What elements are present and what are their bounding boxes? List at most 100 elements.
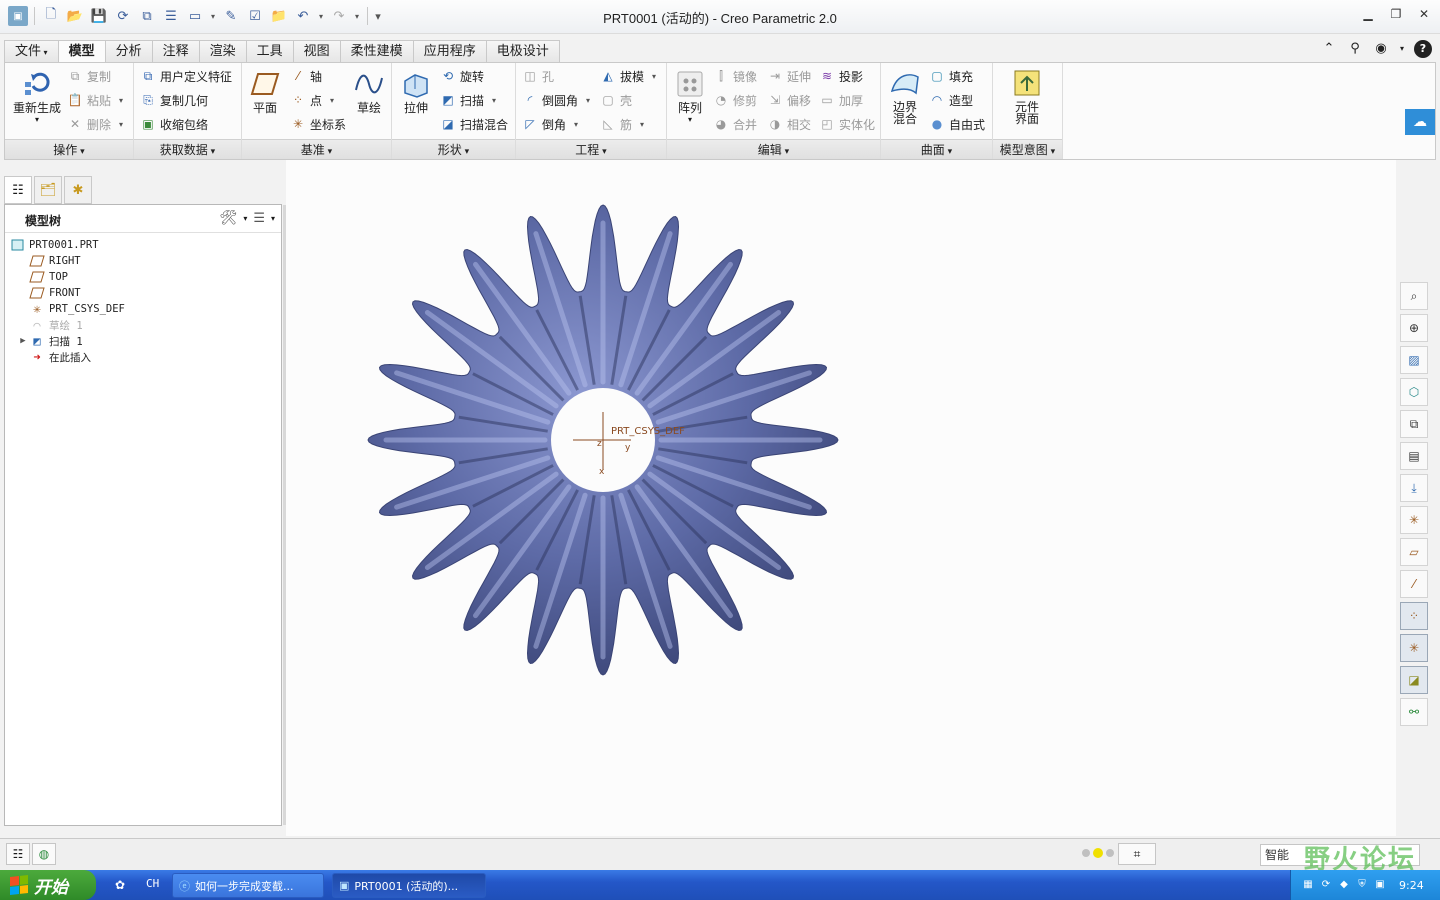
style-button[interactable]: ◠ 造型	[929, 89, 973, 111]
shell-button[interactable]: ▢ 壳	[600, 89, 632, 111]
revolve-button[interactable]: ⟲ 旋转	[440, 65, 484, 87]
hole-button[interactable]: ◫ 孔	[522, 65, 554, 87]
undo-dropdown[interactable]: ▾	[317, 12, 325, 21]
edit-icon[interactable]: ✎	[221, 6, 241, 26]
mirror-button[interactable]: ⫿ 镜像	[713, 65, 757, 87]
collapse-ribbon-icon[interactable]: ⌃	[1320, 40, 1338, 58]
language-indicator[interactable]: CH	[146, 877, 159, 890]
user-defined-feature-button[interactable]: ⧉ 用户定义特征	[140, 65, 232, 87]
delete-button[interactable]: ✕ 删除 ▾	[67, 113, 123, 135]
network-tray-icon[interactable]: ▦	[1301, 878, 1315, 892]
tab-analysis[interactable]: 分析	[104, 40, 153, 62]
paste-button[interactable]: 📋 粘贴 ▾	[67, 89, 124, 111]
csys-tag-icon[interactable]: ✳	[1400, 634, 1428, 662]
axis-display-icon[interactable]: ⁄	[1400, 570, 1428, 598]
group-label[interactable]: 获取数据	[134, 139, 241, 159]
check-icon[interactable]: ☑	[245, 6, 265, 26]
merge-button[interactable]: ◕ 合并	[713, 113, 757, 135]
maximize-button[interactable]: ❐	[1388, 6, 1404, 22]
cloud-icon[interactable]: ☁	[1405, 109, 1435, 135]
tab-model[interactable]: 模型	[57, 40, 106, 63]
navigator-toggle-icon[interactable]: ☷	[6, 843, 30, 865]
help-icon[interactable]: ?	[1414, 40, 1432, 58]
axis-button[interactable]: ⁄ 轴	[290, 65, 322, 87]
tab-folder-browser[interactable]: 🗂	[34, 176, 62, 204]
network-icon[interactable]: ⚯	[1400, 698, 1428, 726]
freestyle-button[interactable]: ● 自由式	[929, 113, 985, 135]
repaint-icon[interactable]: ▨	[1400, 346, 1428, 374]
graphics-window[interactable]: PRT_CSYS_DEF x y z	[286, 160, 1396, 836]
tree-node-sketch[interactable]: ⌒ 草绘 1	[5, 317, 281, 333]
taskbar-task-browser[interactable]: ⓔ 如何一步完成变截...	[172, 873, 324, 898]
plane-display-icon[interactable]: ▱	[1400, 538, 1428, 566]
tree-node-front[interactable]: FRONT	[5, 285, 281, 301]
quicklaunch-icon[interactable]: ✿	[110, 875, 130, 895]
tab-view[interactable]: 视图	[292, 40, 341, 62]
intersect-button[interactable]: ◑ 相交	[767, 113, 811, 135]
tree-settings-dropdown-icon[interactable]: ▾	[243, 214, 247, 223]
draft-button[interactable]: ◭ 拔模 ▾	[600, 65, 656, 87]
extend-button[interactable]: ⇥ 延伸	[767, 65, 811, 87]
taskbar-task-creo[interactable]: ▣ PRT0001 (活动的)...	[332, 873, 486, 898]
model-tree-icon[interactable]: ☰	[161, 6, 181, 26]
extrude-button[interactable]: 拉伸	[396, 67, 436, 115]
thicken-button[interactable]: ▭ 加厚	[819, 89, 863, 111]
group-label[interactable]: 编辑	[667, 139, 880, 159]
search-icon[interactable]: ⚲	[1346, 40, 1364, 58]
swept-blend-button[interactable]: ◪ 扫描混合	[440, 113, 508, 135]
tab-file[interactable]: 文件 ▾	[4, 40, 59, 62]
tab-render[interactable]: 渲染	[198, 40, 247, 62]
solidify-button[interactable]: ◰ 实体化	[819, 113, 875, 135]
point-display-icon[interactable]: ⁘	[1400, 602, 1428, 630]
tab-applications[interactable]: 应用程序	[412, 40, 487, 62]
group-label[interactable]: 操作	[5, 139, 133, 159]
app-icon[interactable]: ▣	[8, 6, 28, 26]
tree-node-csys[interactable]: ✳ PRT_CSYS_DEF	[5, 301, 281, 317]
browser-toggle-icon[interactable]: ◍	[32, 843, 56, 865]
sweep-button[interactable]: ◩ 扫描 ▾	[440, 89, 496, 111]
point-button[interactable]: ⁘ 点 ▾	[290, 89, 334, 111]
tree-node-insert-here[interactable]: ➜ 在此插入	[5, 349, 281, 365]
save-icon[interactable]: 💾	[89, 6, 109, 26]
close-button[interactable]: ✕	[1416, 6, 1432, 22]
open-icon[interactable]: 📂	[65, 6, 85, 26]
tree-show-icon[interactable]: ☰	[253, 211, 265, 226]
group-label[interactable]: 模型意图	[993, 139, 1062, 159]
window-icon[interactable]: ▭	[185, 6, 205, 26]
regenerate-icon[interactable]: ⟳	[113, 6, 133, 26]
tab-flexible-modeling[interactable]: 柔性建模	[339, 40, 414, 62]
undo-icon[interactable]: ↶	[293, 6, 313, 26]
community-dropdown-icon[interactable]: ▾	[1398, 40, 1406, 58]
copy-geometry-button[interactable]: ⎘ 复制几何	[140, 89, 208, 111]
regenerate-dropdown-icon[interactable]: ▾	[35, 115, 39, 124]
plane-button[interactable]: 平面	[246, 67, 284, 115]
app-tray-icon[interactable]: ◆	[1337, 878, 1351, 892]
group-label[interactable]: 形状	[392, 139, 515, 159]
tree-node-part[interactable]: PRT0001.PRT	[5, 237, 281, 253]
pattern-dropdown-icon[interactable]: ▾	[688, 115, 692, 124]
sketch-button[interactable]: 草绘	[350, 67, 388, 115]
pattern-button[interactable]: 阵列 ▾	[671, 67, 709, 124]
spin-center-icon[interactable]: ⤓	[1400, 474, 1428, 502]
round-button[interactable]: ◜ 倒圆角 ▾	[522, 89, 590, 111]
fill-button[interactable]: ▢ 填充	[929, 65, 973, 87]
tree-settings-icon[interactable]: 🛠	[220, 210, 238, 226]
tab-annotate[interactable]: 注释	[151, 40, 200, 62]
rib-button[interactable]: ◺ 筋 ▾	[600, 113, 644, 135]
tab-tools[interactable]: 工具	[245, 40, 294, 62]
group-label[interactable]: 基准	[242, 139, 391, 159]
group-label[interactable]: 工程	[516, 139, 666, 159]
tree-node-top[interactable]: TOP	[5, 269, 281, 285]
tab-electrode-design[interactable]: 电极设计	[485, 40, 560, 62]
group-label[interactable]: 曲面	[881, 139, 992, 159]
expand-icon[interactable]: ▶	[17, 336, 29, 346]
redo-icon[interactable]: ↷	[329, 6, 349, 26]
start-button[interactable]: 开始	[0, 870, 96, 900]
component-interface-button[interactable]: 元件 界面	[1003, 67, 1051, 125]
redo-dropdown[interactable]: ▾	[353, 12, 361, 21]
monitor-tray-icon[interactable]: ▣	[1373, 878, 1387, 892]
regenerate-button[interactable]: 重新生成 ▾	[9, 67, 65, 124]
find-icon[interactable]: ⌗	[1118, 843, 1156, 865]
trim-button[interactable]: ◔ 修剪	[713, 89, 757, 111]
community-icon[interactable]: ◉	[1372, 40, 1390, 58]
